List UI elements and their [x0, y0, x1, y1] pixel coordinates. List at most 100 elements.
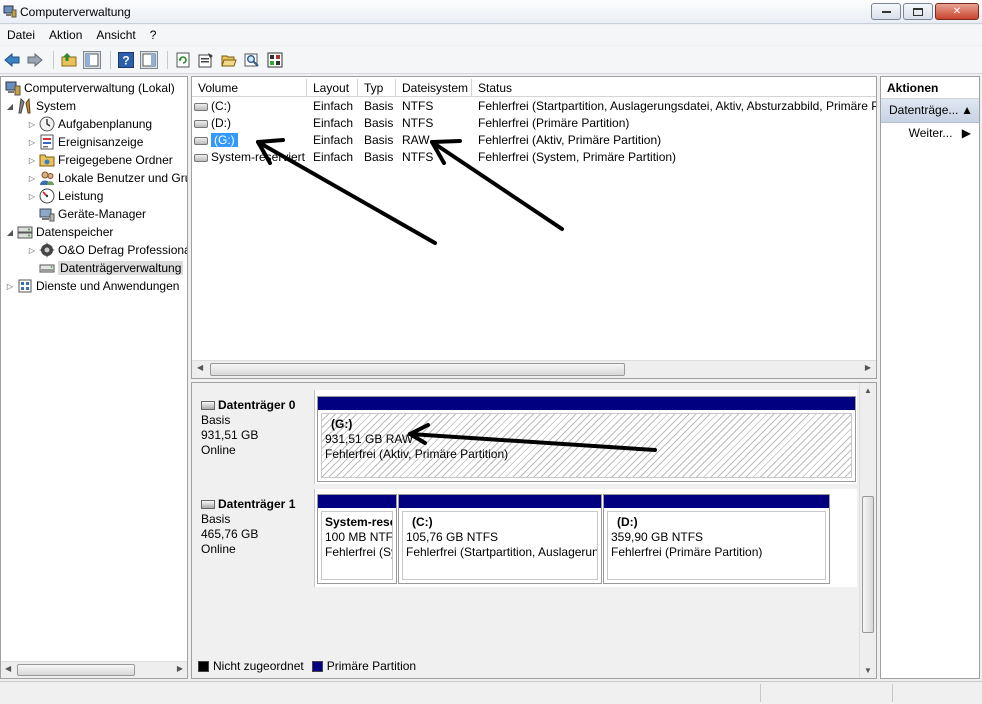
tree-node-event-viewer[interactable]: ▷ Ereignisanzeige	[27, 133, 143, 151]
partition-name: (C:)	[412, 515, 433, 529]
partition-g[interactable]: (G:) 931,51 GB RAW Fehlerfrei (Aktiv, Pr…	[317, 396, 856, 482]
refresh-button[interactable]	[173, 50, 193, 70]
volume-row[interactable]: System-reserviert Einfach Basis NTFS Feh…	[192, 149, 876, 166]
scroll-left-icon[interactable]: ◀	[197, 363, 203, 372]
help-button[interactable]: ?	[116, 50, 136, 70]
volume-status: Fehlerfrei (System, Primäre Partition)	[478, 150, 677, 164]
tree-label: Leistung	[58, 189, 104, 203]
expand-arrow-icon[interactable]: ▷	[27, 138, 37, 147]
expand-arrow-icon[interactable]: ▷	[27, 156, 37, 165]
scroll-left-icon[interactable]: ◀	[5, 664, 11, 673]
tree-node-disk-management[interactable]: Datenträgerverwaltung	[37, 259, 184, 277]
up-button[interactable]	[59, 50, 79, 70]
back-arrow-icon	[4, 52, 20, 67]
tree-label: System	[36, 99, 77, 113]
collapse-arrow-icon[interactable]: ◢	[5, 102, 15, 111]
tree-node-system[interactable]: ◢ System	[5, 97, 76, 115]
close-icon: ✕	[952, 6, 962, 17]
expand-arrow-icon[interactable]: ▷	[27, 120, 37, 129]
disk-1[interactable]: Datenträger 1 Basis 465,76 GB Online Sys…	[192, 489, 857, 587]
partition-d[interactable]: (D:) 359,90 GB NTFS Fehlerfrei (Primäre …	[603, 494, 830, 584]
tree-node-device-manager[interactable]: Geräte-Manager	[37, 205, 146, 223]
disk-size: 931,51 GB	[201, 428, 259, 442]
column-volume[interactable]: Volume	[192, 79, 307, 97]
partition-status: Fehlerfrei (Primäre Partition)	[611, 545, 763, 559]
column-type[interactable]: Typ	[358, 79, 396, 97]
disk-1-info: Datenträger 1 Basis 465,76 GB Online	[192, 489, 315, 587]
tree-horizontal-scrollbar[interactable]: ◀ ▶	[1, 661, 187, 678]
actions-section-disk-management[interactable]: Datenträge... ▲	[881, 99, 979, 123]
forward-button[interactable]	[25, 50, 45, 70]
volume-filesystem: NTFS	[402, 99, 434, 113]
menu-datei[interactable]: Datei	[0, 28, 42, 42]
column-layout[interactable]: Layout	[307, 79, 358, 97]
volume-status: Fehlerfrei (Aktiv, Primäre Partition)	[478, 133, 662, 147]
tree-node-storage[interactable]: ◢ Datenspeicher	[5, 223, 113, 241]
collapse-triangle-icon[interactable]: ▲	[961, 103, 973, 122]
partition-c[interactable]: (C:) 105,76 GB NTFS Fehlerfrei (Startpar…	[398, 494, 602, 584]
expand-arrow-icon[interactable]: ▷	[27, 246, 37, 255]
scroll-thumb[interactable]	[210, 363, 625, 376]
close-button[interactable]: ✕	[935, 3, 979, 20]
volume-list-header: Volume Layout Typ Dateisystem Status	[192, 79, 876, 97]
actions-more[interactable]: Weiter... ▶	[881, 123, 979, 143]
scroll-thumb[interactable]	[17, 664, 135, 676]
properties-icon	[198, 52, 213, 67]
disk-management-icon	[39, 264, 55, 273]
minimize-button[interactable]	[871, 3, 901, 20]
tree-node-task-scheduler[interactable]: ▷ Aufgabenplanung	[27, 115, 152, 133]
expand-arrow-icon[interactable]: ▷	[27, 192, 37, 201]
tree-node-oo-defrag[interactable]: ▷ O&O Defrag Professional	[27, 241, 187, 259]
scroll-right-icon[interactable]: ▶	[177, 664, 183, 673]
partition-status: Fehlerfrei (Aktiv, Primäre Partition)	[325, 447, 509, 461]
show-hide-tree-button[interactable]	[82, 50, 102, 70]
tree-node-shared-folders[interactable]: ▷ Freigegebene Ordner	[27, 151, 173, 169]
tree-node-performance[interactable]: ▷ Leistung	[27, 187, 103, 205]
volume-type: Basis	[364, 150, 394, 164]
partition-system-reserved[interactable]: System-reserviert 100 MB NTFS Fehlerfrei…	[317, 494, 397, 584]
volume-list-horizontal-scrollbar[interactable]: ◀ ▶	[192, 360, 876, 378]
properties-button[interactable]	[196, 50, 216, 70]
scroll-down-icon[interactable]: ▼	[864, 666, 872, 675]
expand-arrow-icon[interactable]: ▷	[27, 174, 37, 183]
menu-aktion[interactable]: Aktion	[42, 28, 89, 42]
volume-row[interactable]: (C:) Einfach Basis NTFS Fehlerfrei (Star…	[192, 98, 876, 115]
maximize-button[interactable]	[903, 3, 933, 20]
tree-label: Computerverwaltung (Lokal)	[24, 81, 175, 95]
partition-name: System-reserviert	[325, 515, 392, 529]
tree-label: Aufgabenplanung	[58, 117, 153, 131]
scroll-thumb[interactable]	[862, 496, 874, 633]
menu-ansicht[interactable]: Ansicht	[89, 28, 142, 42]
show-hide-action-button[interactable]	[139, 50, 159, 70]
primary-partition-bar	[318, 397, 855, 410]
volume-row[interactable]: (D:) Einfach Basis NTFS Fehlerfrei (Prim…	[192, 115, 876, 132]
tree-node-services[interactable]: ▷ Dienste und Anwendungen	[5, 277, 180, 295]
tree-label: Dienste und Anwendungen	[36, 279, 180, 293]
disk-name: Datenträger 0	[218, 398, 296, 412]
partition-body: (C:) 105,76 GB NTFS Fehlerfrei (Startpar…	[402, 511, 598, 580]
drive-icon	[194, 119, 208, 128]
column-filesystem[interactable]: Dateisystem	[396, 79, 472, 97]
menu-help[interactable]: ?	[143, 28, 164, 42]
refresh-icon	[176, 52, 190, 67]
wizard-button[interactable]	[265, 50, 285, 70]
scroll-right-icon[interactable]: ▶	[865, 363, 871, 372]
tree-label: Lokale Benutzer und Gruppen	[58, 171, 187, 185]
actions-pane: Aktionen Datenträge... ▲ Weiter... ▶	[880, 76, 980, 679]
disk-view-vertical-scrollbar[interactable]: ▲ ▼	[859, 383, 876, 678]
collapse-arrow-icon[interactable]: ◢	[5, 228, 15, 237]
back-button[interactable]	[2, 50, 22, 70]
open-folder-button[interactable]	[219, 50, 239, 70]
expand-arrow-icon[interactable]: ▷	[5, 282, 15, 291]
actions-header: Aktionen	[881, 77, 979, 99]
column-status[interactable]: Status	[472, 79, 876, 97]
tree-node-root[interactable]: Computerverwaltung (Lokal)	[3, 79, 175, 97]
volume-row-selected[interactable]: (G:) Einfach Basis RAW Fehlerfrei (Aktiv…	[192, 132, 876, 149]
search-button[interactable]	[242, 50, 262, 70]
computer-management-icon	[3, 5, 17, 18]
disk-0[interactable]: Datenträger 0 Basis 931,51 GB Online (G:…	[192, 390, 857, 484]
volume-name: System-reserviert	[211, 150, 306, 164]
scroll-up-icon[interactable]: ▲	[864, 386, 872, 395]
system-tools-icon	[18, 98, 31, 114]
tree-node-local-users[interactable]: ▷ Lokale Benutzer und Gruppen	[27, 169, 187, 187]
